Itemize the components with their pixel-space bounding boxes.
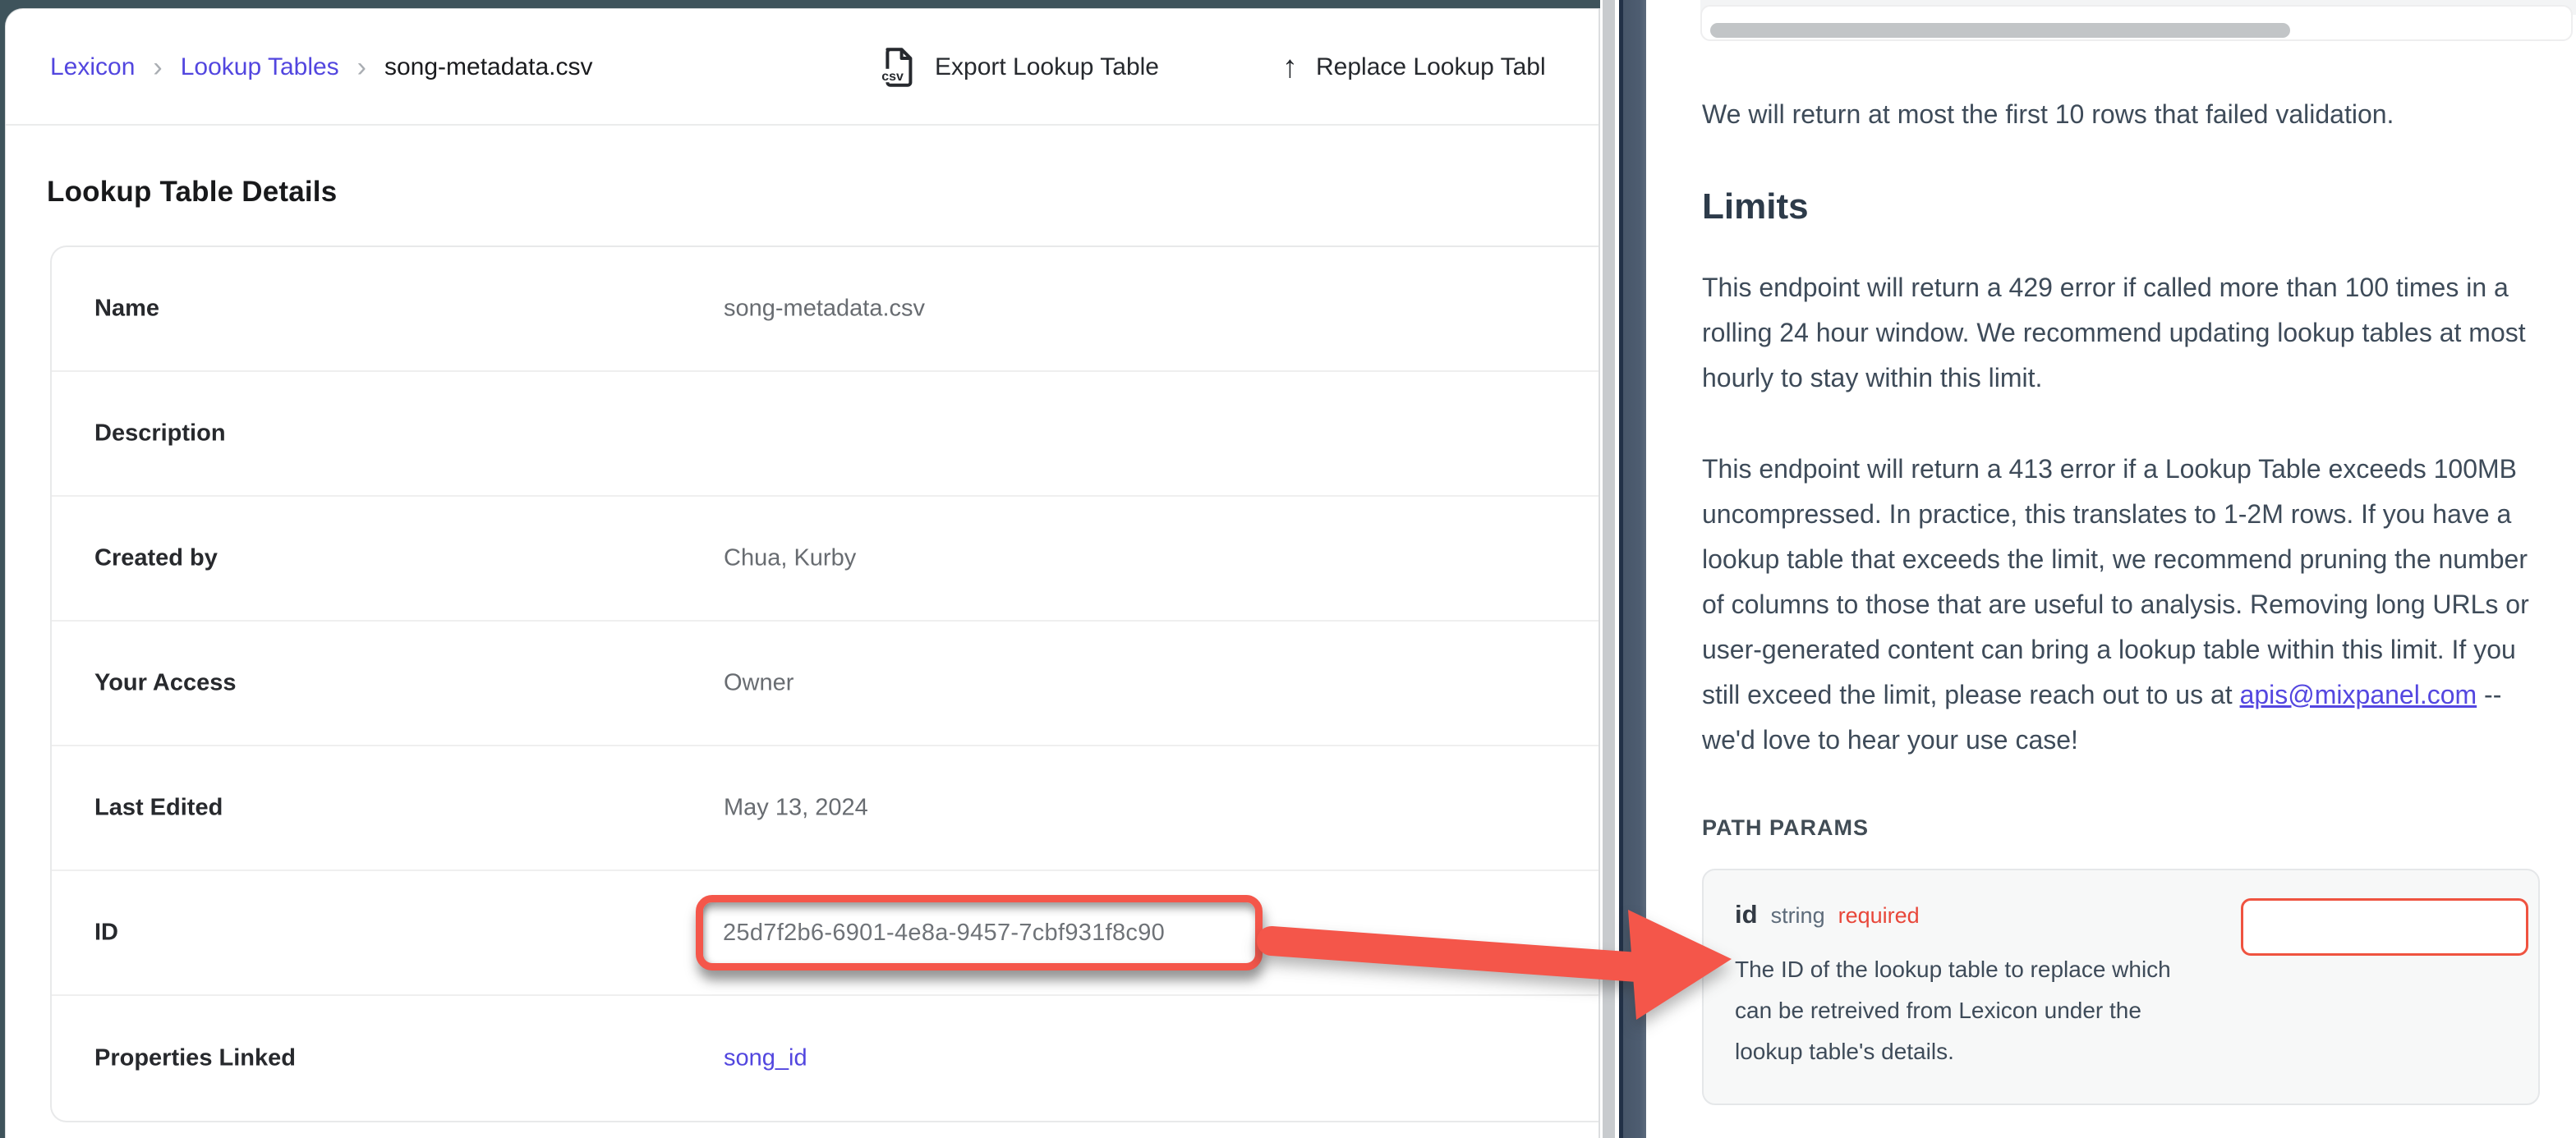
apis-email-link[interactable]: apis@mixpanel.com (2240, 680, 2477, 709)
row-label: Created by (94, 545, 218, 572)
panel-divider-band (1619, 0, 1646, 1138)
limits-heading: Limits (1702, 186, 2548, 227)
table-row-last-edited: Last Edited May 13, 2024 (52, 746, 1600, 871)
export-lookup-table-button[interactable]: csv Export Lookup Table (879, 9, 1159, 126)
id-highlight-box: 25d7f2b6-6901-4e8a-9457-7cbf931f8c90 (696, 895, 1263, 971)
path-params-label: PATH PARAMS (1702, 815, 2548, 841)
param-required-badge: required (1838, 903, 1920, 929)
vertical-scrollbar-track[interactable] (1603, 0, 1615, 1138)
lookup-table-id-value: 25d7f2b6-6901-4e8a-9457-7cbf931f8c90 (723, 920, 1165, 947)
replace-button-label: Replace Lookup Tabl (1316, 53, 1546, 81)
lexicon-header: Lexicon › Lookup Tables › song-metadata.… (6, 9, 1598, 126)
svg-text:csv: csv (881, 70, 904, 84)
lexicon-panel: Lexicon › Lookup Tables › song-metadata.… (5, 8, 1600, 1138)
export-button-label: Export Lookup Table (935, 53, 1159, 81)
limits-paragraph-2: This endpoint will return a 413 error if… (1702, 447, 2548, 763)
csv-file-icon: csv (879, 47, 917, 88)
upload-arrow-icon: ↑ (1282, 52, 1298, 83)
api-docs-panel: We will return at most the first 10 rows… (1646, 0, 2576, 1138)
breadcrumb-lexicon[interactable]: Lexicon (50, 53, 135, 81)
row-value: Owner (724, 670, 794, 697)
lexicon-window-frame: Lexicon › Lookup Tables › song-metadata.… (0, 0, 1600, 1138)
param-description: The ID of the lookup table to replace wh… (1735, 949, 2211, 1072)
page-title: Lookup Table Details (47, 176, 337, 209)
param-id-input[interactable] (2241, 898, 2528, 956)
row-value: Chua, Kurby (724, 545, 856, 572)
table-row-name: Name song-metadata.csv (52, 247, 1600, 372)
replace-lookup-table-button[interactable]: ↑ Replace Lookup Tabl (1282, 9, 1546, 126)
horizontal-scrollbar-thumb[interactable] (1710, 23, 2290, 38)
table-row-id: ID 25d7f2b6-6901-4e8a-9457-7cbf931f8c90 (52, 871, 1600, 996)
breadcrumb: Lexicon › Lookup Tables › song-metadata.… (50, 9, 592, 126)
lookup-table-details-card: Name song-metadata.csv Description Creat… (50, 245, 1600, 1122)
row-label: Last Edited (94, 795, 223, 822)
row-label: ID (94, 920, 118, 947)
table-row-your-access: Your Access Owner (52, 622, 1600, 746)
table-row-properties-linked: Properties Linked song_id (52, 996, 1600, 1121)
chevron-right-icon: › (357, 52, 366, 84)
param-type: string (1771, 903, 1825, 929)
row-label: Properties Linked (94, 1045, 296, 1072)
limits-paragraph-1: This endpoint will return a 429 error if… (1702, 265, 2548, 401)
row-value: May 13, 2024 (724, 795, 868, 822)
row-label: Description (94, 420, 226, 447)
row-label: Your Access (94, 670, 236, 697)
path-param-card: id string required The ID of the lookup … (1702, 869, 2540, 1105)
row-value: song-metadata.csv (724, 296, 925, 323)
validation-note-text: We will return at most the first 10 rows… (1702, 92, 2548, 137)
table-row-created-by: Created by Chua, Kurby (52, 497, 1600, 622)
horizontal-scrollbar-track[interactable] (1700, 5, 2573, 41)
row-label: Name (94, 296, 159, 323)
paragraph-text: This endpoint will return a 413 error if… (1702, 454, 2529, 709)
breadcrumb-lookup-tables[interactable]: Lookup Tables (181, 53, 339, 81)
chevron-right-icon: › (153, 52, 162, 84)
song-id-property-link[interactable]: song_id (724, 1045, 807, 1071)
param-name: id (1735, 900, 1758, 929)
table-row-description: Description (52, 372, 1600, 497)
breadcrumb-current-file: song-metadata.csv (384, 53, 592, 81)
docs-content: We will return at most the first 10 rows… (1702, 92, 2548, 1105)
